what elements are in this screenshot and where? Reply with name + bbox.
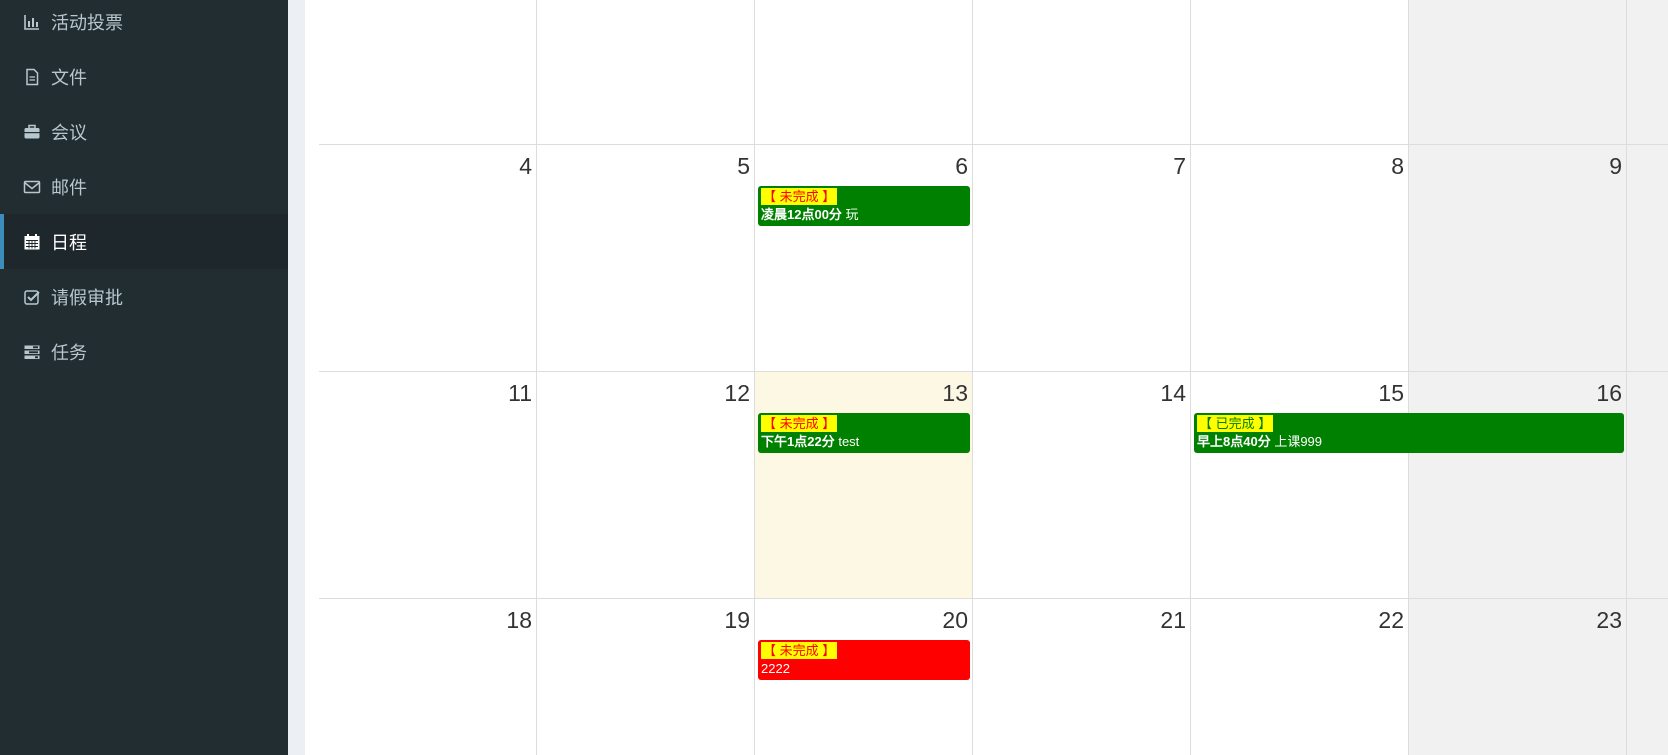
event-status-badge: 【 未完成 】	[761, 415, 838, 432]
sidebar-item-label: 日程	[51, 232, 87, 253]
day-cell[interactable]: 7	[973, 145, 1191, 372]
event-time: 早上8点40分	[1197, 434, 1271, 449]
day-number: 19	[724, 607, 750, 633]
day-number: 9	[1609, 153, 1622, 179]
day-cell[interactable]: 5	[537, 145, 755, 372]
sidebar: 活动投票 文件 会议 邮件 日程 请假审批 任务	[0, 0, 288, 755]
day-cell[interactable]: 6	[755, 145, 973, 372]
sidebar-item-mail[interactable]: 邮件	[0, 159, 288, 214]
calendar-event[interactable]: 【 已完成 】 早上8点40分 上课999	[1194, 413, 1624, 453]
day-cell[interactable]: 16	[1409, 372, 1627, 599]
day-number: 4	[519, 153, 532, 179]
check-square-icon	[22, 288, 42, 306]
day-cell[interactable]: 19	[537, 599, 755, 755]
day-number: 14	[1160, 380, 1186, 406]
day-cell[interactable]	[973, 0, 1191, 145]
day-cell[interactable]	[1627, 145, 1668, 372]
sidebar-item-meeting[interactable]: 会议	[0, 104, 288, 159]
day-cell[interactable]	[1627, 372, 1668, 599]
sidebar-item-vote[interactable]: 活动投票	[0, 0, 288, 49]
day-cell[interactable]: 14	[973, 372, 1191, 599]
sidebar-item-files[interactable]: 文件	[0, 49, 288, 104]
day-number: 8	[1391, 153, 1404, 179]
event-status-badge: 【 未完成 】	[761, 188, 838, 205]
day-cell[interactable]: 11	[319, 372, 537, 599]
sidebar-item-label: 邮件	[51, 177, 87, 198]
day-cell[interactable]: 4	[319, 145, 537, 372]
day-number: 15	[1378, 380, 1404, 406]
tasks-icon	[22, 343, 42, 361]
calendar-event[interactable]: 【 未完成 】 下午1点22分 test	[758, 413, 970, 453]
bar-chart-icon	[22, 13, 42, 31]
day-cell[interactable]: 12	[537, 372, 755, 599]
day-cell[interactable]	[755, 0, 973, 145]
calendar-icon	[22, 233, 42, 251]
day-cell[interactable]: 15	[1191, 372, 1409, 599]
sidebar-item-label: 请假审批	[51, 287, 123, 308]
day-cell-today[interactable]: 13	[755, 372, 973, 599]
event-status-badge: 【 已完成 】	[1197, 415, 1274, 432]
sidebar-item-tasks[interactable]: 任务	[0, 324, 288, 379]
sidebar-item-label: 会议	[51, 122, 87, 143]
day-number: 20	[942, 607, 968, 633]
day-cell[interactable]	[319, 0, 537, 145]
sidebar-item-leave-approval[interactable]: 请假审批	[0, 269, 288, 324]
sidebar-item-label: 活动投票	[51, 12, 123, 33]
day-cell[interactable]	[1627, 0, 1668, 145]
file-icon	[22, 68, 42, 86]
event-status-badge: 【 未完成 】	[761, 642, 838, 659]
day-number: 7	[1173, 153, 1186, 179]
sidebar-item-schedule[interactable]: 日程	[0, 214, 288, 269]
day-cell[interactable]: 8	[1191, 145, 1409, 372]
sidebar-item-label: 文件	[51, 67, 87, 88]
day-number: 13	[942, 380, 968, 406]
event-title: test	[838, 434, 860, 449]
day-number: 11	[508, 380, 532, 406]
day-cell[interactable]	[1191, 0, 1409, 145]
day-cell[interactable]: 21	[973, 599, 1191, 755]
briefcase-icon	[22, 123, 42, 141]
day-cell[interactable]	[537, 0, 755, 145]
day-cell[interactable]	[1627, 599, 1668, 755]
day-number: 22	[1378, 607, 1404, 633]
event-title: 上课999	[1274, 434, 1323, 449]
calendar-event[interactable]: 【 未完成 】 2222	[758, 640, 970, 680]
day-number: 21	[1160, 607, 1186, 633]
calendar-month-grid: 4 5 6 7 8 9 11 12 13 14 15 16 18 19 20 2…	[305, 0, 1668, 755]
event-time: 下午1点22分	[761, 434, 835, 449]
day-number: 12	[724, 380, 750, 406]
day-cell[interactable]: 9	[1409, 145, 1627, 372]
day-number: 16	[1596, 380, 1622, 406]
day-number: 6	[955, 153, 968, 179]
day-cell[interactable]: 22	[1191, 599, 1409, 755]
envelope-icon	[22, 178, 42, 196]
sidebar-item-label: 任务	[51, 342, 87, 363]
day-cell[interactable]	[1409, 0, 1627, 145]
event-title: 玩	[845, 207, 859, 222]
event-title: 2222	[761, 661, 790, 676]
day-cell[interactable]: 23	[1409, 599, 1627, 755]
day-number: 23	[1596, 607, 1622, 633]
day-number: 5	[737, 153, 750, 179]
calendar-event[interactable]: 【 未完成 】 凌晨12点00分 玩	[758, 186, 970, 226]
day-cell[interactable]: 18	[319, 599, 537, 755]
day-number: 18	[506, 607, 532, 633]
event-time: 凌晨12点00分	[761, 207, 842, 222]
